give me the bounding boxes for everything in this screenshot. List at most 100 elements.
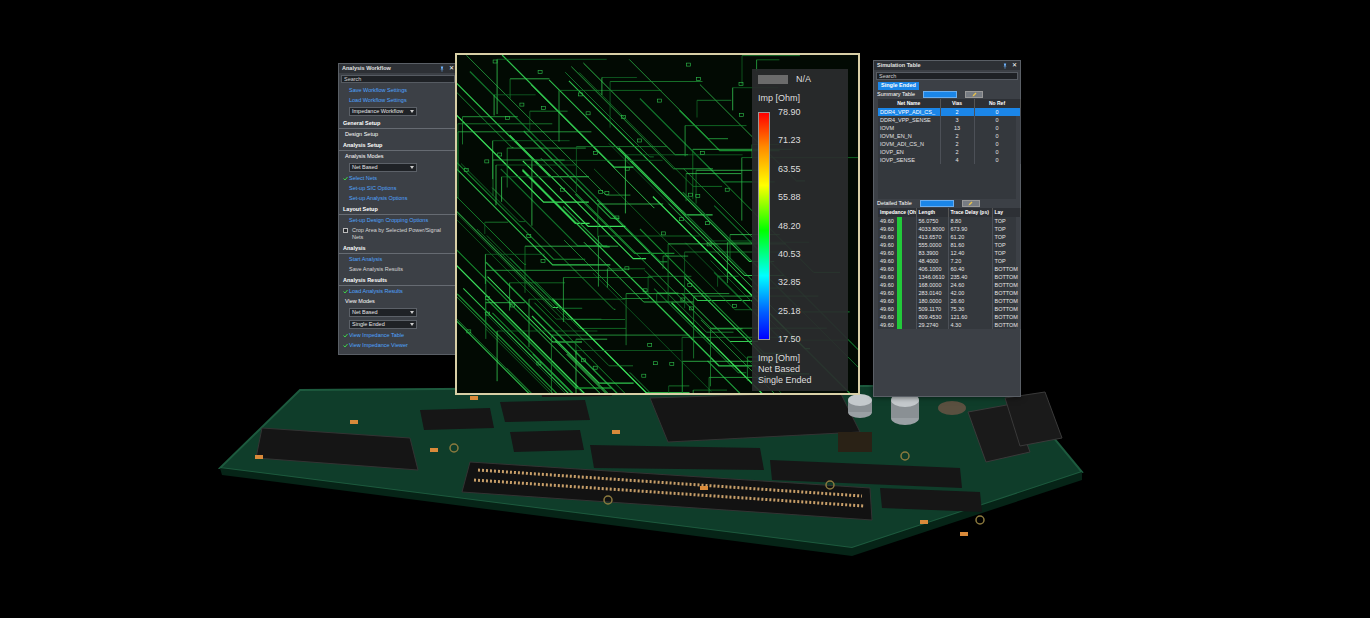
- column-header[interactable]: Trace Delay (ps): [948, 208, 992, 217]
- workflow-step[interactable]: Set-up Analysis Options: [339, 193, 457, 203]
- table-row[interactable]: 49.60283.014042.00BOTTOM: [878, 289, 1020, 297]
- step-label[interactable]: Load Analysis Results: [349, 288, 403, 295]
- table-cell: 4.30: [948, 321, 992, 329]
- table-row[interactable]: 49.60555.000081.60TOP: [878, 241, 1020, 249]
- dropdown-value: Impedance Workflow: [352, 108, 403, 115]
- table-row[interactable]: 49.60406.100060.40BOTTOM: [878, 265, 1020, 273]
- column-header[interactable]: Net Name: [878, 99, 940, 108]
- workflow-step[interactable]: Set-up SIC Options: [339, 183, 457, 193]
- step-label[interactable]: View Impedance Table: [349, 332, 404, 339]
- table-row[interactable]: 49.60168.000024.60BOTTOM: [878, 281, 1020, 289]
- search-field[interactable]: [341, 75, 455, 83]
- table-row[interactable]: 49.60180.000026.60BOTTOM: [878, 297, 1020, 305]
- tick-label: 78.90: [778, 107, 801, 118]
- step-label[interactable]: Set-up Design Cropping Options: [349, 217, 428, 224]
- table-row[interactable]: IOVM_EN_N20: [878, 132, 1020, 140]
- section-title: General Setup: [343, 120, 380, 126]
- table-cell: 809.4530: [916, 313, 948, 321]
- step-label[interactable]: View Impedance Viewer: [349, 342, 408, 349]
- table-row[interactable]: 49.604033.8000673.90TOP: [878, 225, 1020, 233]
- column-header[interactable]: Vias: [940, 99, 974, 108]
- table-cell: TOP: [992, 249, 1020, 257]
- na-swatch: [758, 75, 788, 84]
- dropdown[interactable]: Single Ended: [349, 320, 417, 329]
- dropdown[interactable]: Net Based: [349, 163, 417, 172]
- section-title: Analysis Results: [343, 277, 387, 283]
- workflow-step[interactable]: Save Analysis Results: [339, 264, 457, 274]
- workflow-step[interactable]: Set-up Design Cropping Options: [339, 215, 457, 225]
- edit-button[interactable]: [965, 91, 983, 98]
- cell-value: 56.0750: [919, 218, 939, 224]
- table-row[interactable]: DDR4_VPP_SENSE30: [878, 116, 1020, 124]
- view-button[interactable]: [923, 91, 957, 98]
- workflow-step[interactable]: Load Analysis Results: [339, 286, 457, 296]
- table-row[interactable]: IOVM130: [878, 124, 1020, 132]
- table-row[interactable]: 49.6083.390012.40TOP: [878, 249, 1020, 257]
- cell-value: BOTTOM: [995, 306, 1018, 312]
- cell-value: BOTTOM: [995, 266, 1018, 272]
- column-header[interactable]: Length: [916, 208, 948, 217]
- dropdown[interactable]: Impedance Workflow: [349, 107, 417, 116]
- table-cell: 406.1000: [916, 265, 948, 273]
- cell-value: 49.60: [880, 314, 894, 320]
- step-label[interactable]: Save Analysis Results: [349, 266, 403, 272]
- workflow-step[interactable]: View Impedance Viewer: [339, 340, 457, 350]
- dropdown[interactable]: Net Based: [349, 308, 417, 317]
- section-title: Layout Setup: [343, 206, 378, 212]
- step-label[interactable]: Set-up SIC Options: [349, 185, 396, 192]
- gradient-bar: [758, 112, 770, 340]
- table-cell: 0: [974, 156, 1020, 164]
- pin-icon[interactable]: [439, 66, 445, 72]
- table-row[interactable]: IOVP_SENSE40: [878, 156, 1020, 164]
- tab[interactable]: Single Ended: [878, 82, 919, 90]
- table-row[interactable]: IOVM_ADI_CS_N20: [878, 140, 1020, 148]
- impedance-color-bar: [897, 241, 902, 249]
- table-row[interactable]: 49.6056.07508.80TOP: [878, 217, 1020, 225]
- section-title: Analysis: [343, 245, 366, 251]
- table-row[interactable]: DDR4_VPP_ADI_CS_20: [878, 108, 1020, 116]
- step-label[interactable]: Set-up Analysis Options: [349, 195, 407, 202]
- column-header[interactable]: No Ref: [974, 99, 1020, 108]
- table-row[interactable]: 49.601346.0610235.40BOTTOM: [878, 273, 1020, 281]
- table-cell: 283.0140: [916, 289, 948, 297]
- workflow-step[interactable]: View Impedance Table: [339, 330, 457, 340]
- checkbox-row[interactable]: Crop Area by Selected Power/Signal Nets: [339, 225, 457, 242]
- workflow-step[interactable]: Select Nets: [339, 173, 457, 183]
- table-row[interactable]: 49.60809.4530121.60BOTTOM: [878, 313, 1020, 321]
- step-label[interactable]: Save Workflow Settings: [349, 87, 407, 94]
- cell-value: 49.60: [880, 250, 894, 256]
- table-cell: 673.90: [948, 225, 992, 233]
- table-row[interactable]: 49.6029.27404.30BOTTOM: [878, 321, 1020, 329]
- table-row[interactable]: 49.60413.657061.20TOP: [878, 233, 1020, 241]
- column-header[interactable]: Impedance (Oh: [878, 208, 916, 217]
- step-label[interactable]: Start Analysis: [349, 256, 382, 263]
- cell-value: TOP: [995, 226, 1006, 232]
- edit-button[interactable]: [962, 200, 980, 207]
- table-toolbar: Summary Table: [874, 90, 1020, 99]
- table-row[interactable]: 49.6048.40007.20TOP: [878, 257, 1020, 265]
- table-cell: 235.40: [948, 273, 992, 281]
- table-cell: 4: [940, 156, 974, 164]
- workflow-step[interactable]: Save Workflow Settings: [339, 85, 457, 95]
- table-cell: 12.40: [948, 249, 992, 257]
- close-button[interactable]: ✕: [1012, 62, 1017, 69]
- step-label[interactable]: Load Workflow Settings: [349, 97, 407, 104]
- table-row[interactable]: IOVP_EN20: [878, 148, 1020, 156]
- cell-value: 121.60: [951, 314, 968, 320]
- table-row[interactable]: 49.60509.117075.30BOTTOM: [878, 305, 1020, 313]
- search-field[interactable]: [876, 72, 1018, 80]
- close-button[interactable]: ✕: [449, 65, 454, 72]
- impedance-viewer[interactable]: N/AImp [Ohm]78.9071.2363.5555.8848.2040.…: [455, 53, 860, 395]
- table-cell: DDR4_VPP_SENSE: [878, 116, 940, 124]
- view-button[interactable]: [920, 200, 954, 207]
- tick-label: 63.55: [778, 164, 801, 175]
- pin-icon[interactable]: [1002, 63, 1008, 69]
- column-header[interactable]: Lay: [992, 208, 1020, 217]
- step-label[interactable]: Select Nets: [349, 175, 377, 182]
- checkbox[interactable]: [343, 228, 348, 233]
- cell-value: 8.80: [951, 218, 962, 224]
- workflow-step[interactable]: Start Analysis: [339, 254, 457, 264]
- cell-value: 180.0000: [919, 298, 942, 304]
- workflow-step[interactable]: Load Workflow Settings: [339, 95, 457, 105]
- table-cell: BOTTOM: [992, 281, 1020, 289]
